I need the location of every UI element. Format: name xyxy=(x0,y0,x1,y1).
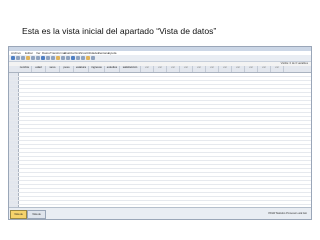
select-cases-icon[interactable] xyxy=(81,56,85,60)
menu-bar: Archivo Editar Ver Datos Transformar Ana… xyxy=(9,51,311,55)
grid-row-line xyxy=(9,176,311,177)
data-grid[interactable]: nombre edad sexo peso estatura ingresos … xyxy=(9,66,311,209)
weight-cases-icon[interactable] xyxy=(76,56,80,60)
grid-row-line xyxy=(9,88,311,89)
grid-row-line xyxy=(9,192,311,193)
grid-row-line xyxy=(9,116,311,117)
grid-row-line xyxy=(9,128,311,129)
status-text: PASW Statistics Processor está listo xyxy=(268,212,307,215)
grid-row-line xyxy=(9,156,311,157)
menu-item[interactable]: Ayuda xyxy=(108,51,116,55)
grid-row-line xyxy=(9,80,311,81)
column-header[interactable]: var xyxy=(193,66,206,72)
grid-row-line xyxy=(9,148,311,149)
open-icon[interactable] xyxy=(11,56,15,60)
value-labels-icon[interactable] xyxy=(86,56,90,60)
grid-row-line xyxy=(9,96,311,97)
grid-row-line xyxy=(9,140,311,141)
menu-item[interactable]: Archivo xyxy=(11,51,21,55)
grid-row-line xyxy=(9,184,311,185)
column-header[interactable]: ingresos xyxy=(89,66,105,72)
grid-row-line xyxy=(9,112,311,113)
grid-row-line xyxy=(9,76,311,77)
grid-row-line xyxy=(9,180,311,181)
menu-item[interactable]: Datos xyxy=(42,51,50,55)
grid-row-line xyxy=(9,124,311,125)
grid-row-line xyxy=(9,204,311,205)
use-sets-icon[interactable] xyxy=(91,56,95,60)
grid-row-line xyxy=(9,108,311,109)
column-header[interactable]: var xyxy=(245,66,258,72)
column-header[interactable]: var xyxy=(141,66,154,72)
column-header[interactable]: estatura xyxy=(74,66,89,72)
column-header[interactable]: var xyxy=(232,66,245,72)
tab-variable-view[interactable]: Vista de variables xyxy=(27,210,46,219)
grid-row-line xyxy=(9,144,311,145)
grid-row-line xyxy=(9,104,311,105)
goto-variable-icon[interactable] xyxy=(46,56,50,60)
grid-row-line xyxy=(9,188,311,189)
column-header[interactable]: var xyxy=(180,66,193,72)
print-icon[interactable] xyxy=(21,56,25,60)
grid-row-line xyxy=(9,92,311,93)
grid-row-line xyxy=(9,160,311,161)
grid-row-line xyxy=(9,200,311,201)
grid-row-line xyxy=(9,136,311,137)
grid-row-line xyxy=(9,168,311,169)
column-header[interactable]: var xyxy=(219,66,232,72)
column-header[interactable]: var xyxy=(154,66,167,72)
find-icon[interactable] xyxy=(56,56,60,60)
menu-item[interactable]: Gráficos xyxy=(75,51,86,55)
column-header[interactable]: var xyxy=(206,66,219,72)
grid-row-line xyxy=(9,84,311,85)
column-header[interactable]: var xyxy=(167,66,180,72)
column-header-row: nombre edad sexo peso estatura ingresos … xyxy=(9,66,311,73)
redo-icon[interactable] xyxy=(36,56,40,60)
grid-row-line xyxy=(9,196,311,197)
column-header[interactable]: var xyxy=(271,66,284,72)
caption-text: Esta es la vista inicial del apartado “V… xyxy=(22,26,217,36)
column-header[interactable]: edad xyxy=(32,66,46,72)
column-header[interactable]: estudios xyxy=(105,66,120,72)
insert-cases-icon[interactable] xyxy=(61,56,65,60)
undo-icon[interactable] xyxy=(31,56,35,60)
column-header[interactable]: sexo xyxy=(46,66,60,72)
variables-icon[interactable] xyxy=(51,56,55,60)
grid-row-line xyxy=(9,120,311,121)
grid-row-line xyxy=(9,172,311,173)
column-header[interactable]: satisfacción xyxy=(120,66,141,72)
menu-item[interactable]: Ver xyxy=(36,51,41,55)
column-header[interactable]: nombre xyxy=(18,66,32,72)
dialog-recall-icon[interactable] xyxy=(26,56,30,60)
spss-window: Archivo Editar Ver Datos Transformar Ana… xyxy=(8,46,312,220)
grid-row-line xyxy=(9,100,311,101)
toolbar xyxy=(9,55,311,62)
goto-case-icon[interactable] xyxy=(41,56,45,60)
column-header[interactable]: peso xyxy=(60,66,74,72)
menu-item[interactable]: Editar xyxy=(25,51,33,55)
split-file-icon[interactable] xyxy=(71,56,75,60)
status-bar: Vista de datos Vista de variables PASW S… xyxy=(9,207,311,219)
grid-row-line xyxy=(9,152,311,153)
grid-row-line xyxy=(9,164,311,165)
grid-row-line xyxy=(9,132,311,133)
column-header[interactable]: var xyxy=(258,66,271,72)
insert-variable-icon[interactable] xyxy=(66,56,70,60)
tab-data-view[interactable]: Vista de datos xyxy=(10,210,27,219)
save-icon[interactable] xyxy=(16,56,20,60)
menu-item[interactable]: Analizar xyxy=(64,51,75,55)
